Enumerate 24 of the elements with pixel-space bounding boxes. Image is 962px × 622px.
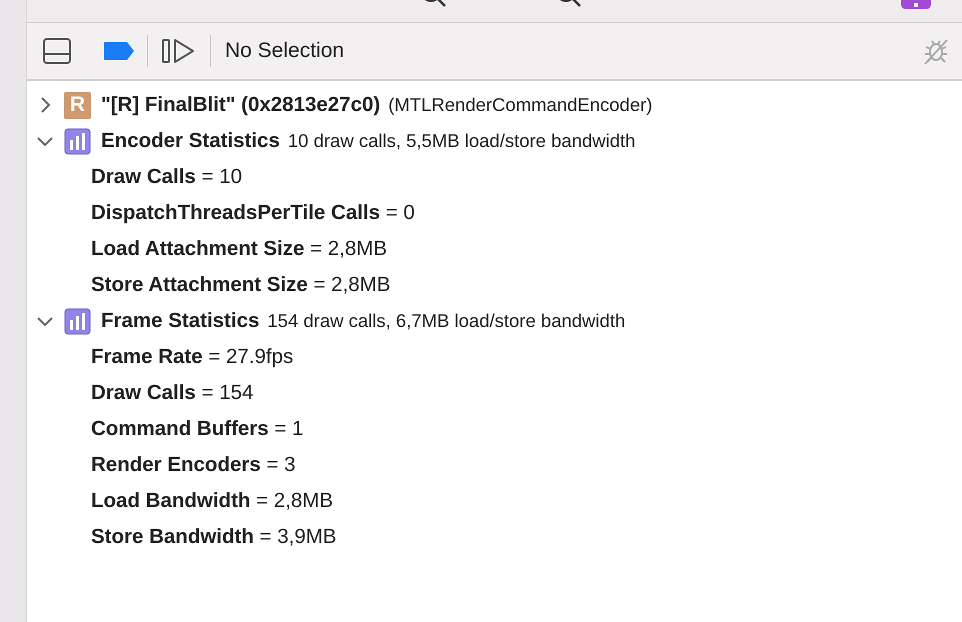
statistic-entry: Store Bandwidth = 3,9MB — [91, 524, 336, 550]
bar-chart-icon — [64, 308, 91, 334]
statistic-entry: Render Encoders = 3 — [91, 452, 296, 478]
node-title: Frame Statistics — [101, 308, 260, 334]
statistic-entry: DispatchThreadsPerTile Calls = 0 — [91, 200, 415, 226]
selection-label: No Selection — [225, 38, 344, 64]
node-title: "[R] FinalBlit" (0x2813e27c0) — [101, 92, 380, 118]
statistic-entry: Load Bandwidth = 2,8MB — [91, 488, 334, 514]
warning-icon[interactable] — [901, 0, 931, 10]
breakpoint-icon[interactable] — [103, 41, 135, 61]
bar-chart-icon — [64, 128, 91, 154]
statistic-entry: Draw Calls = 10 — [91, 164, 242, 190]
encoder-icon: R — [64, 92, 91, 118]
node-detail: 10 draw calls, 5,5MB load/store bandwidth — [288, 129, 636, 154]
node-title: Encoder Statistics — [101, 128, 280, 154]
node-detail: (MTLRenderCommandEncoder) — [388, 93, 652, 118]
statistic-entry: Load Attachment Size = 2,8MB — [91, 236, 388, 262]
statistic-entry: Command Buffers = 1 — [91, 416, 304, 442]
statistic-entry: Draw Calls = 154 — [91, 380, 254, 406]
statistic-entry: Store Attachment Size = 2,8MB — [91, 272, 390, 298]
node-detail: 154 draw calls, 6,7MB load/store bandwidth — [267, 309, 626, 334]
continue-icon[interactable] — [162, 38, 196, 64]
panel-toggle-icon[interactable] — [43, 38, 71, 64]
statistic-entry: Frame Rate = 27.9fps — [91, 344, 294, 370]
